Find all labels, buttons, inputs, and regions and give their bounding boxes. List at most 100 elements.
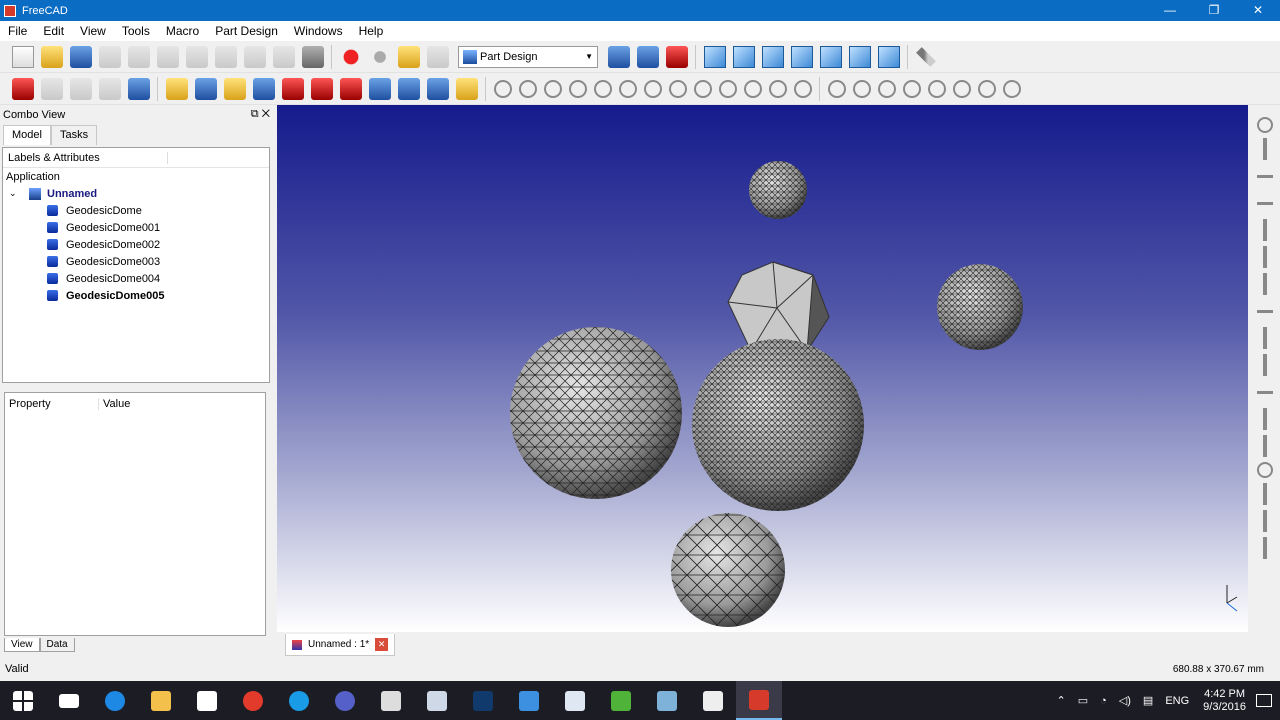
view-left-icon[interactable] xyxy=(877,45,900,68)
bspline-icon[interactable] xyxy=(618,79,637,98)
whats-this-icon[interactable] xyxy=(301,45,324,68)
save-as-icon[interactable] xyxy=(98,45,121,68)
start-button[interactable] xyxy=(0,681,46,720)
sketcher-distance-icon[interactable] xyxy=(1255,435,1275,457)
pad-icon[interactable] xyxy=(165,77,188,100)
sketcher-horizontal-distance-icon[interactable] xyxy=(1255,381,1275,403)
tab-tasks[interactable]: Tasks xyxy=(50,125,98,145)
view-front-icon[interactable] xyxy=(732,45,755,68)
view-isometric-icon[interactable] xyxy=(703,45,726,68)
sketcher-vertical-distance-icon[interactable] xyxy=(1255,408,1275,430)
taskbar-graph[interactable] xyxy=(414,681,460,720)
save-icon[interactable] xyxy=(69,45,92,68)
sketcher-perpendicular-icon[interactable] xyxy=(1255,246,1275,268)
linear-pattern-icon[interactable] xyxy=(397,77,420,100)
menu-edit[interactable]: Edit xyxy=(35,24,72,38)
sketcher-tangent-icon[interactable] xyxy=(1255,273,1275,295)
constrain-vertical-icon[interactable] xyxy=(877,79,896,98)
close-button[interactable]: ✕ xyxy=(1236,0,1280,21)
taskbar-edge[interactable] xyxy=(92,681,138,720)
tree-object-row[interactable]: GeodesicDome004 xyxy=(3,270,269,287)
view-top-icon[interactable] xyxy=(761,45,784,68)
maximize-button[interactable]: ❐ xyxy=(1192,0,1236,21)
wifi-icon[interactable]: ◔ xyxy=(1100,695,1107,707)
message-icon[interactable]: ▤ xyxy=(1143,694,1153,707)
minimize-button[interactable]: — xyxy=(1148,0,1192,21)
rectangle-icon[interactable] xyxy=(643,79,662,98)
copy-icon[interactable] xyxy=(156,45,179,68)
geodesic-dome-left[interactable] xyxy=(510,327,682,499)
menu-tools[interactable]: Tools xyxy=(114,24,158,38)
sketcher-snell-icon[interactable] xyxy=(1255,510,1275,532)
notification-icon[interactable] xyxy=(1256,694,1272,707)
circle-icon[interactable] xyxy=(568,79,587,98)
undo-icon[interactable] xyxy=(214,45,237,68)
fillet-sketch-icon[interactable] xyxy=(718,79,737,98)
record-macro-icon[interactable] xyxy=(339,45,362,68)
polar-pattern-icon[interactable] xyxy=(426,77,449,100)
tree-object-row-selected[interactable]: GeodesicDome005 xyxy=(3,287,269,304)
fit-selection-icon[interactable] xyxy=(636,45,659,68)
constrain-tangent-icon[interactable] xyxy=(977,79,996,98)
stop-macro-icon[interactable] xyxy=(368,45,391,68)
language-indicator[interactable]: ENG xyxy=(1165,695,1189,707)
draft-icon[interactable] xyxy=(339,77,362,100)
mirrored-icon[interactable] xyxy=(368,77,391,100)
sketcher-line-icon[interactable] xyxy=(1255,192,1275,214)
fit-all-icon[interactable] xyxy=(607,45,630,68)
groove-icon[interactable] xyxy=(252,77,275,100)
taskbar-mail[interactable] xyxy=(46,681,92,720)
geodesic-dome-top[interactable] xyxy=(749,161,807,219)
constrain-perpendicular-icon[interactable] xyxy=(927,79,946,98)
fillet-icon[interactable] xyxy=(281,77,304,100)
sketcher-point-icon[interactable] xyxy=(1257,117,1273,133)
refresh-icon[interactable] xyxy=(272,45,295,68)
tab-view[interactable]: View xyxy=(4,638,40,652)
sketcher-symmetric-icon[interactable] xyxy=(1255,327,1275,349)
taskbar-doc[interactable] xyxy=(552,681,598,720)
chevron-down-icon[interactable]: ⌄ xyxy=(9,188,19,199)
tree-document-row[interactable]: ⌄ Unnamed xyxy=(3,185,269,202)
line-icon[interactable] xyxy=(518,79,537,98)
taskbar-notepad[interactable] xyxy=(690,681,736,720)
taskbar-cortana[interactable] xyxy=(276,681,322,720)
polygon-icon[interactable] xyxy=(668,79,687,98)
view-section-icon[interactable] xyxy=(127,77,150,100)
taskbar-paper[interactable] xyxy=(644,681,690,720)
external-geometry-icon[interactable] xyxy=(768,79,787,98)
taskbar-photoshop[interactable] xyxy=(460,681,506,720)
arc-icon[interactable] xyxy=(543,79,562,98)
3d-viewport[interactable] xyxy=(277,105,1248,632)
chamfer-icon[interactable] xyxy=(310,77,333,100)
paste-icon[interactable] xyxy=(185,45,208,68)
cut-icon[interactable] xyxy=(127,45,150,68)
create-sketch-icon[interactable] xyxy=(40,77,63,100)
taskbar-molecule[interactable] xyxy=(322,681,368,720)
tree-object-row[interactable]: GeodesicDome002 xyxy=(3,236,269,253)
view-bottom-icon[interactable] xyxy=(848,45,871,68)
constrain-parallel-icon[interactable] xyxy=(902,79,921,98)
constrain-symmetric-icon[interactable] xyxy=(952,79,971,98)
menu-macro[interactable]: Macro xyxy=(158,24,207,38)
create-body-icon[interactable] xyxy=(11,77,34,100)
constrain-equal-icon[interactable] xyxy=(1002,79,1021,98)
measure-icon[interactable] xyxy=(915,46,936,67)
geodesic-dome-center[interactable] xyxy=(692,339,864,511)
sketcher-polyline-icon[interactable] xyxy=(1255,138,1275,160)
constrain-point-on-object-icon[interactable] xyxy=(852,79,871,98)
tree-object-row[interactable]: GeodesicDome xyxy=(3,202,269,219)
sketcher-equal-icon[interactable] xyxy=(1255,300,1275,322)
map-sketch-icon[interactable] xyxy=(98,77,121,100)
taskbar-app-red[interactable] xyxy=(230,681,276,720)
sketcher-internal-alignment-icon[interactable] xyxy=(1255,537,1275,559)
menu-windows[interactable]: Windows xyxy=(286,24,351,38)
tree-object-row[interactable]: GeodesicDome003 xyxy=(3,253,269,270)
multi-transform-icon[interactable] xyxy=(455,77,478,100)
constrain-coincident-icon[interactable] xyxy=(827,79,846,98)
geodesic-dome-icosahedron[interactable] xyxy=(727,261,830,352)
sketcher-lock-icon[interactable] xyxy=(1255,354,1275,376)
workbench-selector[interactable]: Part Design ▼ xyxy=(458,45,598,68)
taskbar-freecad[interactable] xyxy=(736,681,782,720)
tree-object-row[interactable]: GeodesicDome001 xyxy=(3,219,269,236)
chevron-up-icon[interactable]: ⌃ xyxy=(1057,694,1066,707)
